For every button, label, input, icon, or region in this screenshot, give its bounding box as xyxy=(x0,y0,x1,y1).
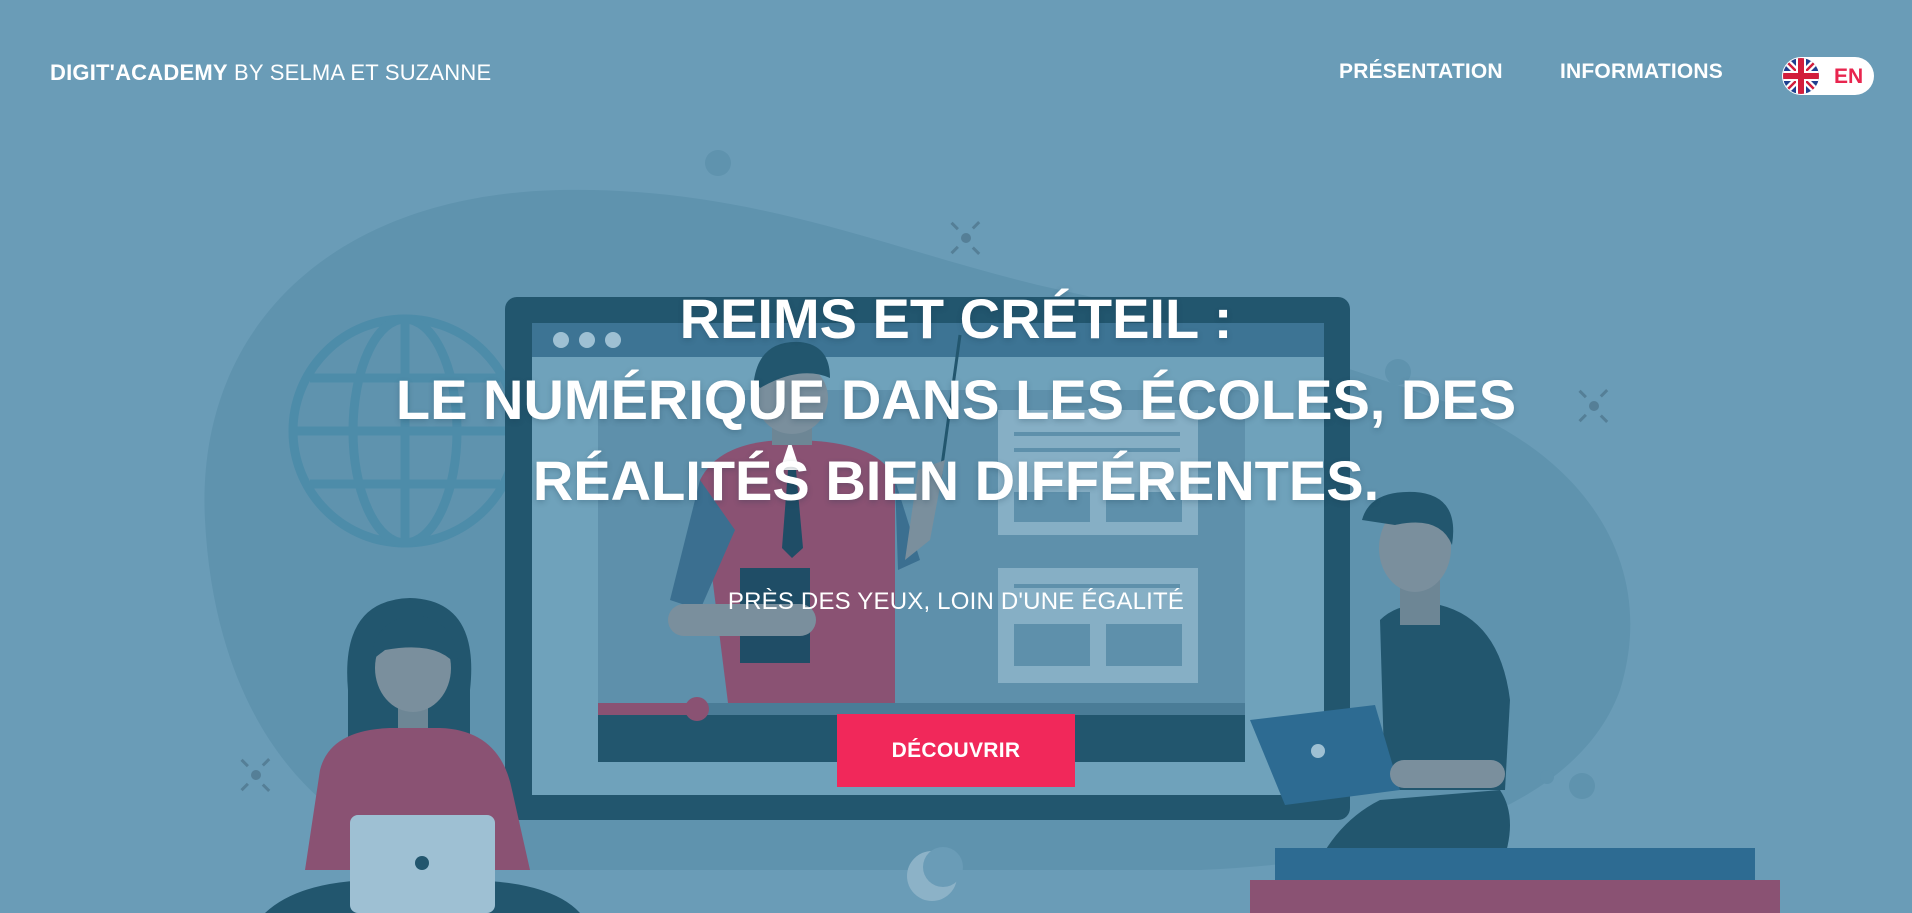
uk-flag-icon xyxy=(1783,58,1819,94)
language-label: EN xyxy=(1834,65,1864,88)
hero-title: REIMS ET CRÉTEIL : LE NUMÉRIQUE DANS LES… xyxy=(200,278,1712,521)
brand-tagline: BY SELMA ET SUZANNE xyxy=(227,60,492,85)
nav-informations-link[interactable]: INFORMATIONS xyxy=(1560,60,1723,84)
top-navigation: DIGIT'ACADEMY BY SELMA ET SUZANNE PRÉSEN… xyxy=(0,0,1912,150)
hero-title-line: RÉALITÉS BIEN DIFFÉRENTES. xyxy=(532,449,1380,512)
hero-title-line: REIMS ET CRÉTEIL : xyxy=(679,287,1233,350)
language-switcher[interactable]: EN xyxy=(1782,57,1874,95)
nav-presentation-link[interactable]: PRÉSENTATION xyxy=(1339,60,1503,84)
brand-name: DIGIT'ACADEMY xyxy=(50,60,228,85)
hero-title-line: LE NUMÉRIQUE DANS LES ÉCOLES, DES xyxy=(395,368,1517,431)
hero-section: DIGIT'ACADEMY BY SELMA ET SUZANNE PRÉSEN… xyxy=(0,0,1912,913)
discover-button[interactable]: DÉCOUVRIR xyxy=(837,714,1075,787)
hero-subtitle: PRÈS DES YEUX, LOIN D'UNE ÉGALITÉ xyxy=(727,588,1185,615)
brand-logo-link[interactable]: DIGIT'ACADEMY BY SELMA ET SUZANNE xyxy=(50,60,491,86)
